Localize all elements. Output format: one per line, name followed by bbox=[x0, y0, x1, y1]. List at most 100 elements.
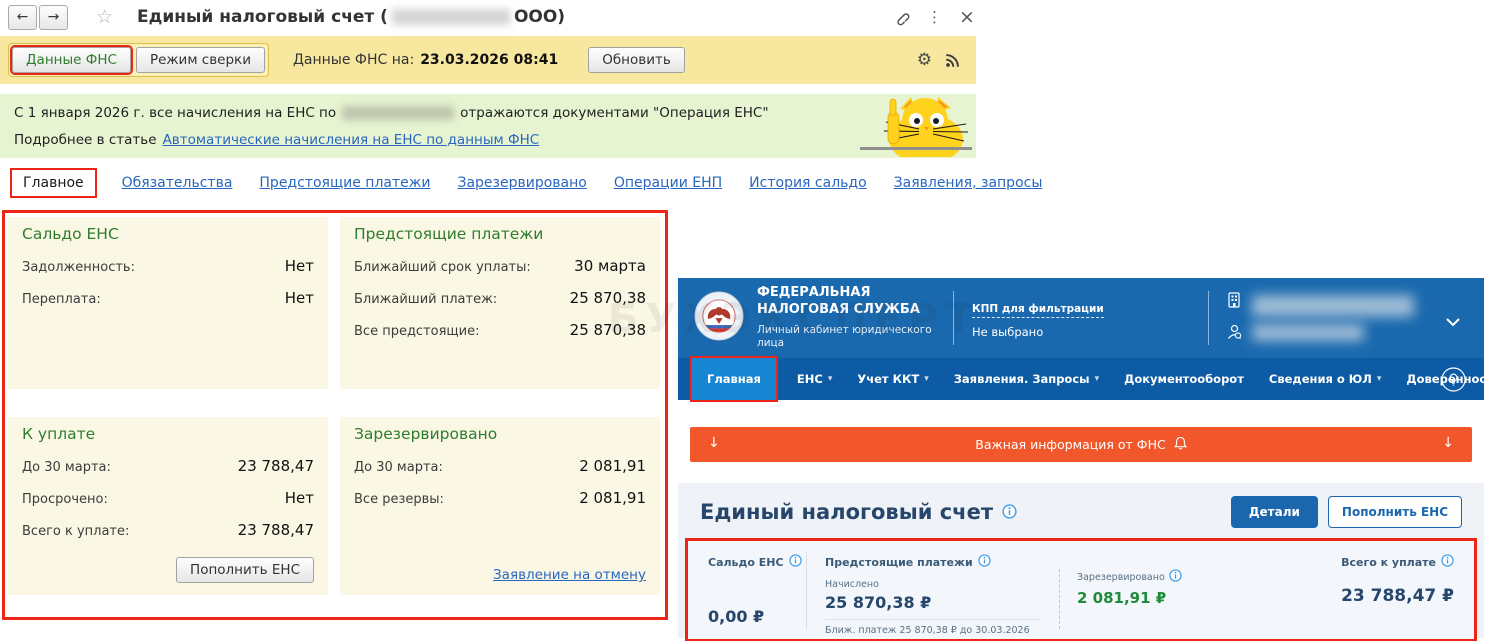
kebab-menu-icon[interactable]: ⋮ bbox=[927, 8, 942, 26]
fns-alert-banner[interactable]: ↓ Важная информация от ФНС ↓ bbox=[690, 427, 1472, 462]
fns-ens-panel: Единый налоговый счет Детали Пополнить Е… bbox=[678, 483, 1484, 639]
history-buttons: ← → bbox=[8, 4, 68, 30]
stat-accrued-label: Начислено bbox=[825, 579, 879, 590]
back-button[interactable]: ← bbox=[8, 4, 37, 30]
forward-button[interactable]: → bbox=[39, 4, 68, 30]
tab-predstoyashchie-platezhi[interactable]: Предстоящие платежи bbox=[259, 175, 430, 191]
stat-next-payment: Ближ. платеж 25 870,38 ₽ до 30.03.2026 bbox=[825, 619, 1041, 636]
info-icon[interactable] bbox=[1169, 569, 1182, 585]
row-value: 23 788,47 bbox=[237, 521, 314, 539]
bell-icon bbox=[1173, 436, 1187, 453]
down-arrow-icon[interactable]: ↓ bbox=[1442, 435, 1454, 451]
fns-header: ФЕДЕРАЛЬНАЯ НАЛОГОВАЯ СЛУЖБА Личный каби… bbox=[678, 278, 1484, 358]
card-title: Сальдо ЕНС bbox=[22, 225, 119, 243]
window-controls: ⋮ × bbox=[893, 6, 975, 28]
stat-upcoming-label-wrap: Предстоящие платежи bbox=[825, 554, 1041, 570]
fns-data-button[interactable]: Данные ФНС bbox=[12, 47, 131, 73]
tab-zayavleniya-zaprosy[interactable]: Заявления, запросы bbox=[894, 175, 1043, 191]
refresh-button[interactable]: Обновить bbox=[588, 47, 685, 73]
row-value: 30 марта bbox=[574, 257, 646, 275]
window-header: ← → ☆ Единый налоговый счет ( ООО) ⋮ × bbox=[0, 0, 1510, 34]
close-icon[interactable]: × bbox=[959, 6, 975, 28]
row-label: Просрочено: bbox=[22, 492, 108, 507]
rss-icon[interactable] bbox=[945, 53, 960, 68]
card-title: Предстоящие платежи bbox=[354, 225, 544, 243]
dropdown-caret-icon: ▾ bbox=[924, 374, 929, 384]
kpp-filter-label[interactable]: КПП для фильтрации bbox=[972, 303, 1104, 318]
stat-reserved-value: 2 081,91 ₽ bbox=[1077, 589, 1167, 607]
fns-logo-icon bbox=[694, 291, 744, 345]
cancel-application-link[interactable]: Заявление на отмену bbox=[493, 567, 646, 583]
nav-ens[interactable]: ЕНС ▾ bbox=[797, 358, 832, 400]
row-value: Нет bbox=[284, 289, 314, 307]
card-to-pay: К уплате До 30 марта: 23 788,47 Просроче… bbox=[8, 417, 328, 595]
nav-label: ЕНС bbox=[796, 372, 823, 386]
page-title-prefix: Единый налоговый счет ( bbox=[137, 7, 388, 27]
tab-obyazatelstva[interactable]: Обязательства bbox=[122, 175, 233, 191]
link-icon[interactable] bbox=[893, 9, 910, 26]
stat-saldo-value: 0,00 ₽ bbox=[708, 607, 765, 626]
card-row: Всего к уплате: 23 788,47 bbox=[22, 521, 314, 539]
building-icon bbox=[1227, 292, 1242, 312]
info-icon[interactable] bbox=[788, 554, 802, 570]
fns-data-date-label: Данные ФНС на: bbox=[292, 52, 415, 68]
row-label: Всего к уплате: bbox=[22, 524, 130, 539]
header-divider bbox=[1208, 291, 1209, 345]
info-icon[interactable] bbox=[977, 554, 991, 570]
nav-uchet-kkt[interactable]: Учет ККТ ▾ bbox=[857, 358, 928, 400]
row-label: Задолженность: bbox=[22, 260, 135, 275]
topup-ens-button-fns[interactable]: Пополнить ЕНС bbox=[1327, 496, 1462, 528]
nav-label: Учет ККТ bbox=[857, 372, 920, 386]
info-banner: С 1 января 2026 г. все начисления на ЕНС… bbox=[0, 94, 976, 164]
banner-article-link[interactable]: Автоматические начисления на ЕНС по данн… bbox=[163, 132, 540, 148]
stat-saldo: Сальдо ЕНС 0,00 ₽ bbox=[688, 541, 806, 639]
dropdown-caret-icon: ▾ bbox=[827, 374, 833, 384]
banner-line2-text: Подробнее в статье bbox=[14, 132, 157, 148]
gear-icon[interactable]: ⚙ bbox=[917, 50, 932, 70]
topup-ens-button-1c[interactable]: Пополнить ЕНС bbox=[176, 557, 314, 583]
info-icon[interactable] bbox=[1002, 500, 1017, 524]
favorite-star-icon[interactable]: ☆ bbox=[96, 6, 113, 28]
blurred-user-info bbox=[1252, 295, 1414, 341]
tab-bar: Главное Обязательства Предстоящие платеж… bbox=[12, 170, 1042, 196]
card-row: Ближайший платеж: 25 870,38 bbox=[354, 289, 646, 307]
tab-istoriya-saldo[interactable]: История сальдо bbox=[749, 175, 866, 191]
tab-operacii-enp[interactable]: Операции ЕНП bbox=[614, 175, 722, 191]
nav-zayavleniya-zaprosy[interactable]: Заявления. Запросы ▾ bbox=[954, 358, 1099, 400]
row-label: Ближайший платеж: bbox=[354, 292, 498, 307]
nav-label: Документооборот bbox=[1124, 372, 1244, 386]
banner-line1-text-b: отражаются документами "Операция ЕНС" bbox=[460, 105, 769, 121]
row-label: Ближайший срок уплаты: bbox=[354, 260, 531, 275]
info-icon[interactable] bbox=[1441, 554, 1454, 570]
mode-toggle-group: Данные ФНС Режим сверки bbox=[8, 43, 269, 77]
row-value: 2 081,91 bbox=[579, 489, 646, 507]
stat-total-label: Всего к уплате bbox=[1341, 555, 1436, 569]
stat-total-value: 23 788,47 ₽ bbox=[1341, 586, 1454, 606]
card-saldo-ens: Сальдо ЕНС Задолженность: Нет Переплата:… bbox=[8, 217, 328, 389]
stat-saldo-label-wrap: Сальдо ЕНС bbox=[708, 554, 806, 570]
lightbulb-help-icon[interactable] bbox=[1441, 367, 1466, 396]
forward-arrow-icon: → bbox=[47, 9, 60, 25]
back-arrow-icon: ← bbox=[16, 9, 29, 25]
nav-svedeniya-o-yul[interactable]: Сведения о ЮЛ ▾ bbox=[1269, 358, 1381, 400]
down-arrow-icon[interactable]: ↓ bbox=[708, 435, 720, 451]
nav-glavnaya[interactable]: Главная bbox=[692, 358, 776, 400]
row-value: 2 081,91 bbox=[579, 457, 646, 475]
nav-dokumentooborot[interactable]: Документооборот bbox=[1124, 358, 1244, 400]
row-label: Переплата: bbox=[22, 292, 101, 307]
card-row: Все предстоящие: 25 870,38 bbox=[354, 321, 646, 339]
row-value: 25 870,38 bbox=[569, 289, 646, 307]
details-button[interactable]: Детали bbox=[1230, 496, 1318, 528]
summary-cards-grid: Сальдо ЕНС Задолженность: Нет Переплата:… bbox=[8, 217, 660, 595]
user-info-icons bbox=[1227, 292, 1242, 344]
tab-zarezervirovano[interactable]: Зарезервировано bbox=[457, 175, 586, 191]
alert-label-wrap: Важная информация от ФНС bbox=[975, 436, 1187, 453]
fns-org-name: ФЕДЕРАЛЬНАЯ НАЛОГОВАЯ СЛУЖБА bbox=[757, 285, 935, 319]
tab-glavnoe[interactable]: Главное bbox=[12, 170, 95, 196]
fns-toolbar: Данные ФНС Режим сверки Данные ФНС на: 2… bbox=[0, 36, 976, 84]
dropdown-caret-icon: ▾ bbox=[1505, 374, 1510, 384]
stat-accrued-value: 25 870,38 ₽ bbox=[825, 593, 932, 612]
chevron-down-icon[interactable] bbox=[1446, 312, 1460, 331]
compare-mode-button[interactable]: Режим сверки bbox=[135, 47, 265, 73]
nav-label: Заявления. Запросы bbox=[953, 372, 1090, 386]
